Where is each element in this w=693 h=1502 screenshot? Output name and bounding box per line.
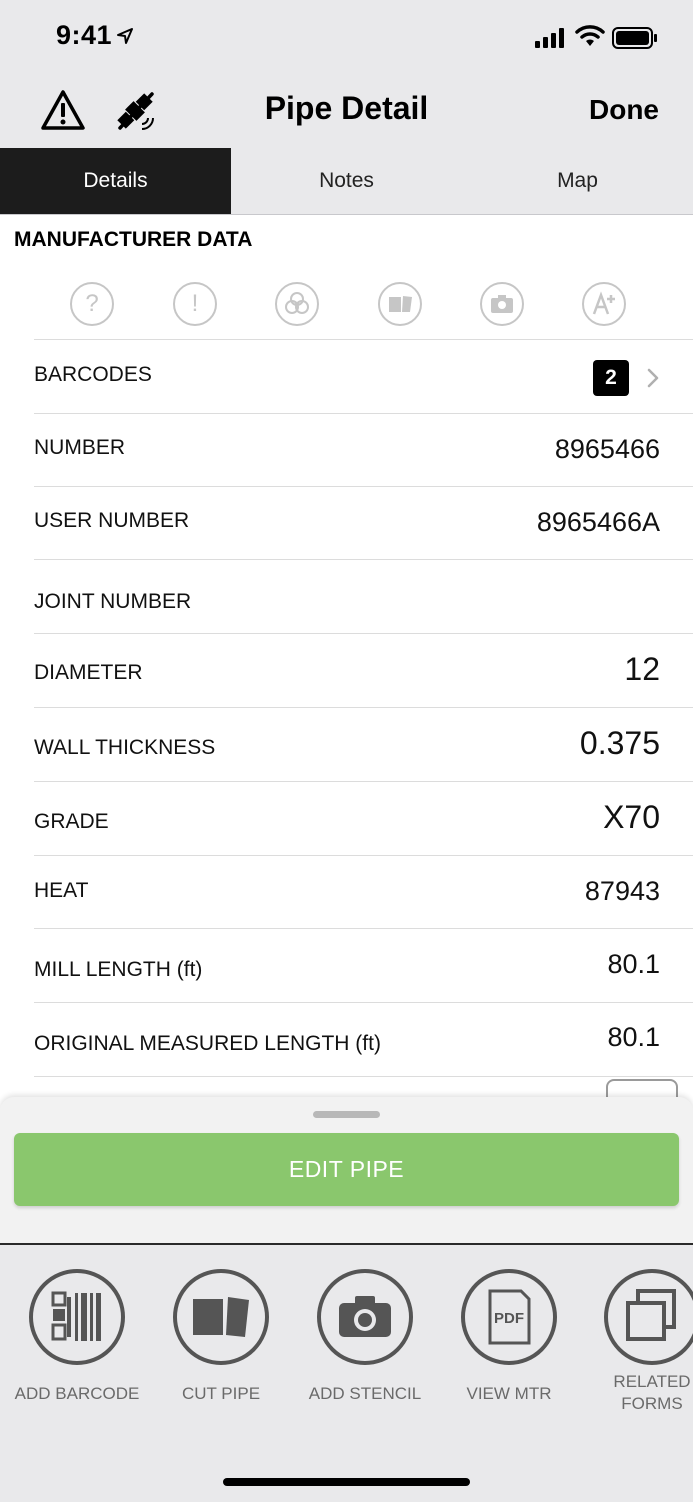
barcode-count-badge: 2 bbox=[593, 360, 629, 396]
field-label: JOINT NUMBER bbox=[34, 590, 192, 613]
wifi-icon bbox=[575, 25, 605, 46]
field-label: USER NUMBER bbox=[34, 509, 190, 532]
cut-pipe-tool-icon bbox=[173, 1269, 269, 1365]
field-label: NUMBER bbox=[34, 436, 126, 459]
chevron-right-icon bbox=[647, 368, 659, 388]
field-value: 80.1 bbox=[607, 1022, 660, 1052]
grade-plus-icon[interactable] bbox=[582, 282, 626, 326]
action-toolbar: ADD BARCODE CUT PIPE ADD STENCIL PDF VIE… bbox=[0, 1243, 693, 1502]
cut-pipe-button[interactable]: CUT PIPE bbox=[151, 1269, 291, 1405]
pdf-icon-text: PDF bbox=[494, 1310, 524, 1327]
field-label: ORIGINAL MEASURED LENGTH (ft) bbox=[34, 1032, 381, 1055]
home-indicator bbox=[223, 1478, 470, 1486]
add-barcode-button[interactable]: ADD BARCODE bbox=[7, 1269, 147, 1405]
tab-notes[interactable]: Notes bbox=[231, 148, 462, 214]
qr-barcode-icon bbox=[29, 1269, 125, 1365]
field-value: 12 bbox=[624, 651, 660, 687]
battery-icon bbox=[612, 27, 657, 49]
partial-control bbox=[606, 1079, 678, 1099]
question-icon[interactable]: ? bbox=[70, 282, 114, 326]
segmented-tabs: Details Notes Map bbox=[0, 148, 693, 215]
biohazard-icon[interactable] bbox=[275, 282, 319, 326]
table-row[interactable]: HEAT 87943 bbox=[34, 855, 693, 928]
status-bar: 9:41 bbox=[0, 0, 693, 78]
navigation-bar: Pipe Detail Done bbox=[0, 78, 693, 149]
field-value: X70 bbox=[603, 799, 660, 835]
tab-details[interactable]: Details bbox=[0, 148, 231, 214]
table-row[interactable]: ORIGINAL MEASURED LENGTH (ft) 80.1 bbox=[34, 1002, 693, 1076]
field-label: GRADE bbox=[34, 810, 109, 833]
camera-icon[interactable] bbox=[480, 282, 524, 326]
field-value: 87943 bbox=[584, 876, 660, 906]
status-time: 9:41 bbox=[56, 20, 113, 50]
barcodes-row[interactable]: BARCODES 2 bbox=[34, 339, 693, 413]
view-mtr-button[interactable]: PDF VIEW MTR bbox=[439, 1269, 579, 1405]
add-stencil-button[interactable]: ADD STENCIL bbox=[295, 1269, 435, 1405]
field-value: 80.1 bbox=[607, 949, 660, 979]
copy-forms-icon bbox=[604, 1269, 693, 1365]
table-row[interactable]: GRADE X70 bbox=[34, 781, 693, 855]
cellular-signal-icon bbox=[535, 28, 564, 48]
field-label: HEAT bbox=[34, 879, 89, 902]
cut-pipe-icon[interactable] bbox=[378, 282, 422, 326]
pdf-icon: PDF bbox=[461, 1269, 557, 1365]
tool-label: ADD BARCODE bbox=[14, 1384, 140, 1403]
field-label: WALL THICKNESS bbox=[34, 736, 216, 759]
table-row[interactable]: MILL LENGTH (ft) 80.1 bbox=[34, 928, 693, 1002]
related-forms-button[interactable]: RELATED FORMS bbox=[582, 1269, 693, 1415]
field-label: MILL LENGTH (ft) bbox=[34, 958, 203, 981]
field-list: BARCODES 2 NUMBER 8965466 USER NUMBER 89… bbox=[34, 339, 693, 1097]
field-value: 8965466A bbox=[536, 507, 660, 537]
table-row[interactable]: WALL THICKNESS 0.375 bbox=[34, 707, 693, 781]
location-arrow-icon bbox=[117, 28, 133, 44]
table-row[interactable]: NUMBER 8965466 bbox=[34, 413, 693, 486]
status-icon-row: ? ! bbox=[70, 282, 630, 326]
barcodes-label: BARCODES bbox=[34, 363, 152, 386]
field-label: DIAMETER bbox=[34, 661, 143, 684]
edit-pipe-button[interactable]: EDIT PIPE bbox=[14, 1133, 679, 1206]
exclamation-icon[interactable]: ! bbox=[173, 282, 217, 326]
tool-label: VIEW MTR bbox=[466, 1384, 552, 1403]
tab-map[interactable]: Map bbox=[462, 148, 693, 214]
field-value: 0.375 bbox=[579, 725, 660, 761]
done-button[interactable]: Done bbox=[589, 94, 659, 126]
table-row bbox=[34, 1076, 693, 1097]
sheet-grabber[interactable] bbox=[313, 1111, 380, 1118]
section-header: MANUFACTURER DATA bbox=[14, 228, 253, 251]
table-row[interactable]: JOINT NUMBER bbox=[34, 559, 693, 633]
field-value: 8965466 bbox=[554, 434, 660, 464]
tool-label: CUT PIPE bbox=[181, 1384, 261, 1403]
camera-tool-icon bbox=[317, 1269, 413, 1365]
table-row[interactable]: USER NUMBER 8965466A bbox=[34, 486, 693, 559]
table-row[interactable]: DIAMETER 12 bbox=[34, 633, 693, 707]
tool-label: ADD STENCIL bbox=[308, 1384, 422, 1403]
bottom-sheet: EDIT PIPE bbox=[0, 1097, 693, 1243]
tool-label: RELATED FORMS bbox=[613, 1372, 691, 1413]
